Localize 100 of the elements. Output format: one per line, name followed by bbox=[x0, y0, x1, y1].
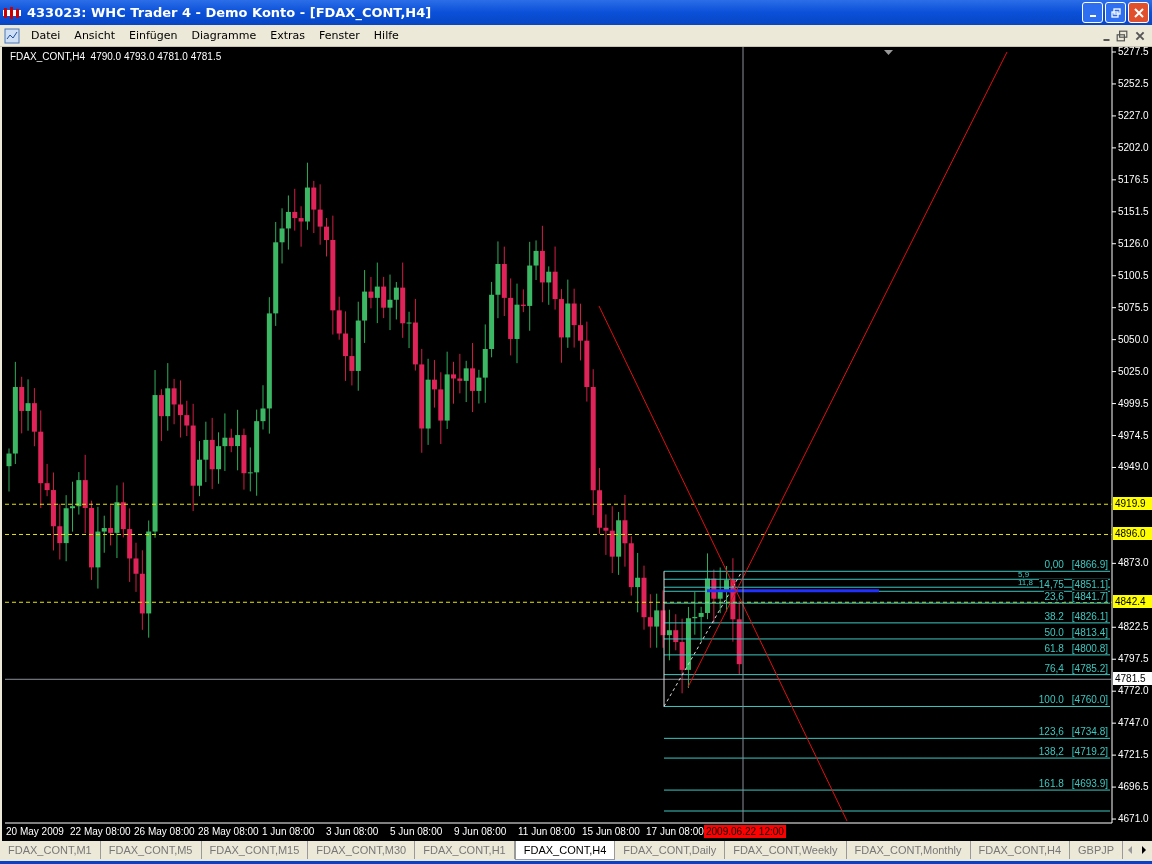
time-axis-label: 11 Jun 08:00 bbox=[518, 825, 576, 838]
fibonacci-price-label: [4719.2] bbox=[1071, 746, 1108, 758]
fibonacci-ratio-label: 11,8 bbox=[1018, 578, 1033, 588]
price-label: 4919.9 bbox=[1113, 497, 1152, 511]
fibonacci-price-label: [4800.8] bbox=[1071, 642, 1108, 654]
menu-item[interactable]: Datei bbox=[24, 29, 68, 42]
price-axis-label: 4671.0 bbox=[1118, 812, 1149, 826]
price-axis-label: 4747.0 bbox=[1118, 716, 1149, 730]
chart-tab[interactable]: FDAX_CONT,M15 bbox=[201, 841, 309, 859]
price-axis-label: 5277.5 bbox=[1118, 45, 1149, 58]
price-axis-label: 5151.5 bbox=[1118, 204, 1149, 218]
price-axis-label: 5227.0 bbox=[1118, 108, 1149, 122]
fibonacci-price-label: [4760.0] bbox=[1071, 694, 1108, 706]
price-label: 4896.0 bbox=[1113, 527, 1152, 541]
fibonacci-ratio-label: 76,4 bbox=[1044, 662, 1064, 674]
scroll-right-icon[interactable] bbox=[1140, 845, 1149, 855]
fibonacci-price-label: [4841.7] bbox=[1071, 591, 1108, 603]
menu-item[interactable]: Ansicht bbox=[67, 29, 122, 42]
horizontal-line[interactable] bbox=[4, 503, 1113, 505]
chart-tab[interactable]: FDAX_CONT,H4 bbox=[970, 841, 1071, 859]
chart-info-text: FDAX_CONT,H4 4790.0 4793.0 4781.0 4781.5 bbox=[10, 51, 222, 62]
fibonacci-price-label: [4813.4] bbox=[1071, 626, 1108, 638]
trend-line[interactable] bbox=[687, 51, 1008, 688]
fibonacci-ratio-label: 123,6 bbox=[1038, 726, 1064, 738]
price-axis-label: 5025.0 bbox=[1118, 364, 1149, 378]
fibonacci-level-line[interactable] bbox=[663, 602, 1111, 604]
fibonacci-price-label: [4785.2] bbox=[1071, 662, 1108, 674]
price-axis-label: 5100.5 bbox=[1118, 268, 1149, 282]
price-axis-label: 5050.0 bbox=[1118, 332, 1149, 346]
price-label: 4842.4 bbox=[1113, 595, 1152, 609]
menu-item[interactable]: Diagramme bbox=[184, 29, 264, 42]
chart-tab[interactable]: FDAX_CONT,Daily bbox=[615, 841, 726, 859]
fibonacci-price-label: [4851.1] bbox=[1071, 579, 1108, 591]
chart-tab[interactable]: GBPJP bbox=[1070, 841, 1124, 859]
chart-tab[interactable]: FDAX_CONT,Monthly bbox=[846, 841, 971, 859]
fibonacci-ratio-label: 50.0 bbox=[1044, 626, 1064, 638]
fibonacci-ratio-label: 161.8 bbox=[1038, 778, 1064, 790]
trend-line[interactable] bbox=[598, 305, 848, 822]
chart-window-icon bbox=[4, 27, 20, 44]
price-axis-label: 4797.5 bbox=[1118, 652, 1149, 666]
restore-button[interactable] bbox=[1105, 2, 1126, 23]
time-axis-label: 22 May 08:00 bbox=[70, 825, 131, 838]
horizontal-line[interactable] bbox=[4, 601, 1113, 603]
price-axis-label: 4822.5 bbox=[1118, 620, 1149, 634]
menu-item[interactable]: Extras bbox=[263, 29, 313, 42]
fibonacci-ratio-label: 138,2 bbox=[1038, 746, 1064, 758]
window-title: 433023: WHC Trader 4 - Demo Konto - [FDAX_CONT,H4] bbox=[27, 5, 433, 20]
fibonacci-price-label: [4866.9] bbox=[1071, 559, 1108, 571]
time-axis-label: 1 Jun 08:00 bbox=[262, 825, 315, 838]
time-axis-label: 5 Jun 08:00 bbox=[390, 825, 443, 838]
time-axis-label: 15 Jun 08:00 bbox=[582, 825, 640, 838]
chart-tab[interactable]: FDAX_CONT,M1 bbox=[0, 841, 101, 859]
fibonacci-level-line[interactable] bbox=[663, 737, 1111, 739]
price-axis-label: 4696.5 bbox=[1118, 780, 1149, 794]
close-icon[interactable] bbox=[1134, 29, 1146, 42]
price-axis-label: 4999.5 bbox=[1118, 396, 1149, 410]
time-axis-label: 20 May 2009 bbox=[6, 825, 64, 838]
price-axis-label: 5126.0 bbox=[1118, 236, 1149, 250]
price-axis-label: 4974.5 bbox=[1118, 428, 1149, 442]
time-axis-label: 3 Jun 08:00 bbox=[326, 825, 379, 838]
fibonacci-ratio-label: 23,6 bbox=[1044, 591, 1064, 603]
minimize-button[interactable] bbox=[1082, 2, 1103, 23]
fibonacci-ratio-label: 0,00 bbox=[1044, 559, 1064, 571]
fibonacci-ratio-label: 14,75 bbox=[1038, 579, 1064, 591]
chart-tab[interactable]: FDAX_CONT,Weekly bbox=[725, 841, 847, 859]
restore-icon bbox=[1110, 7, 1121, 18]
chart-tab[interactable]: FDAX_CONT,H1 bbox=[415, 841, 515, 859]
menu-item[interactable]: Fenster bbox=[312, 29, 367, 42]
candlestick-app-icon bbox=[3, 5, 21, 20]
restore-icon[interactable] bbox=[1116, 29, 1128, 42]
fibonacci-price-label: [4826.1] bbox=[1071, 610, 1108, 622]
price-axis-label: 4873.0 bbox=[1118, 556, 1149, 570]
horizontal-line[interactable] bbox=[4, 534, 1113, 535]
fibonacci-ratio-label: 61.8 bbox=[1044, 642, 1064, 654]
fibonacci-price-label: [4693.9] bbox=[1071, 778, 1108, 790]
fibonacci-level-line[interactable] bbox=[663, 674, 1111, 676]
chart-tab[interactable]: FDAX_CONT,M5 bbox=[100, 841, 202, 859]
price-axis-label: 5252.5 bbox=[1118, 76, 1149, 90]
fibonacci-level-line[interactable] bbox=[663, 570, 1111, 572]
chart-tab[interactable]: FDAX_CONT,H4 bbox=[514, 841, 616, 860]
fibonacci-ratio-label: 5,9 bbox=[1018, 570, 1030, 580]
cursor-time-label: 2009.06.22 12:00 bbox=[704, 825, 786, 838]
minimize-icon[interactable] bbox=[1103, 38, 1110, 41]
price-axis-label: 5176.5 bbox=[1118, 172, 1149, 186]
time-axis-label: 17 Jun 08:00 bbox=[646, 825, 704, 838]
price-axis-label: 4721.5 bbox=[1118, 748, 1149, 762]
price-axis-label: 4949.0 bbox=[1118, 460, 1149, 474]
time-axis-label: 9 Jun 08:00 bbox=[454, 825, 507, 838]
fibonacci-price-label: [4734.8] bbox=[1071, 726, 1108, 738]
close-button[interactable] bbox=[1128, 2, 1149, 23]
menu-item[interactable]: Einfügen bbox=[122, 29, 185, 42]
price-axis-label: 4772.0 bbox=[1118, 684, 1149, 698]
price-axis-label: 5202.0 bbox=[1118, 140, 1149, 154]
menu-item[interactable]: Hilfe bbox=[366, 29, 406, 42]
price-axis-label: 5075.5 bbox=[1118, 300, 1149, 314]
minimize-icon bbox=[1089, 14, 1096, 17]
chart-tab[interactable]: FDAX_CONT,M30 bbox=[308, 841, 416, 859]
close-icon bbox=[1133, 7, 1144, 18]
time-axis-label: 26 May 08:00 bbox=[134, 825, 195, 838]
chart-shift-marker-icon[interactable] bbox=[884, 50, 893, 55]
